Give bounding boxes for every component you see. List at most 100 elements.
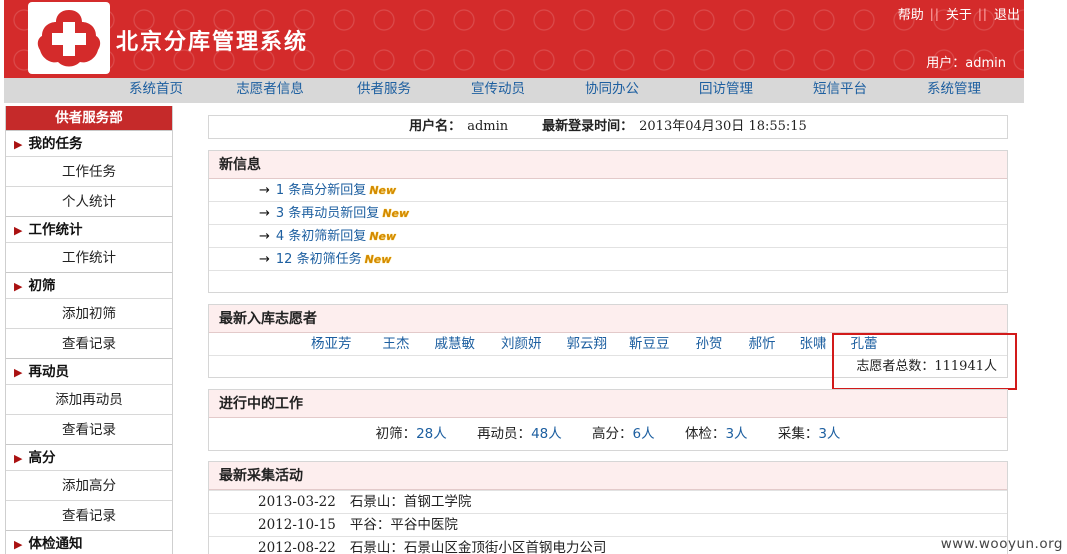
work-stat-label: 采集： — [777, 426, 819, 442]
sidebar-group-exam-notice[interactable]: ▶ 体检通知 — [6, 530, 172, 554]
current-user: 用户：admin — [926, 52, 1006, 71]
arrow-right-icon: → — [259, 206, 270, 221]
new-badge: New — [369, 184, 397, 197]
work-stat-value[interactable]: 48人 — [531, 426, 562, 442]
volunteer-link[interactable]: 郝忻 — [749, 333, 776, 355]
activity-date: 2012-08-22 — [258, 540, 336, 554]
volunteer-link[interactable]: 王杰 — [383, 333, 410, 355]
news-panel: 新信息 → 1 条高分新回复 New → 3 条再动员新回复 New → 4 条初筛新回复… — [208, 150, 1008, 293]
link-separator: || — [929, 6, 940, 21]
triangle-right-icon: ▶ — [14, 366, 23, 379]
watermark: www.wooyun.org — [940, 536, 1063, 552]
sidebar-item-view-screening[interactable]: 查看记录 — [6, 328, 172, 358]
new-volunteers-title: 最新入库志愿者 — [209, 305, 1007, 333]
sidebar-item-work-stats[interactable]: 工作统计 — [6, 242, 172, 272]
highlight-box — [832, 333, 1017, 390]
activity-text: 石景山：石景山区金顶街小区首钢电力公司 — [349, 540, 607, 554]
app-title: 北京分库管理系统 — [116, 29, 309, 55]
sidebar-item-view-high-score[interactable]: 查看记录 — [6, 500, 172, 530]
activity-row: 2012-08-22 石景山：石景山区金顶街小区首钢电力公司 — [209, 536, 1007, 554]
user-label: 用户： — [926, 56, 966, 71]
sidebar-group-label: 再动员 — [28, 364, 69, 380]
last-login-label: 最新登录时间： — [542, 119, 634, 134]
work-stat-label: 体检： — [684, 426, 726, 442]
activity-text: 平谷：平谷中医院 — [349, 517, 458, 533]
volunteer-link[interactable]: 孙贺 — [696, 333, 723, 355]
news-item: → 12 条初筛任务 New — [209, 248, 1007, 271]
latest-activities-panel: 最新采集活动 2013-03-22 石景山：首钢工学院 2012-10-15 平谷：… — [208, 461, 1008, 554]
red-cross-logo-icon — [37, 10, 101, 67]
top-links: 帮助 || 关于 || 退出 — [898, 4, 1020, 24]
sidebar: 供者服务部 ▶ 我的任务 工作任务 个人统计 ▶ 工作统计 工作统计 ▶ 初筛 添加初… — [5, 106, 173, 554]
news-link[interactable]: 3 条再动员新回复 — [276, 206, 379, 221]
username-label: 用户名： — [409, 119, 462, 134]
work-stat-value[interactable]: 6人 — [633, 426, 655, 442]
header-banner: 北京分库管理系统 帮助 || 关于 || 退出 用户：admin — [4, 0, 1024, 78]
logout-link[interactable]: 退出 — [994, 4, 1020, 23]
arrow-right-icon: → — [259, 183, 270, 198]
volunteer-link[interactable]: 戚慧敏 — [435, 333, 476, 355]
news-title: 新信息 — [209, 151, 1007, 179]
sidebar-group-work-stats[interactable]: ▶ 工作统计 — [6, 216, 172, 242]
news-link[interactable]: 4 条初筛新回复 — [276, 229, 366, 244]
sidebar-title: 供者服务部 — [6, 106, 172, 130]
sidebar-group-high-score[interactable]: ▶ 高分 — [6, 444, 172, 470]
sidebar-group-screening[interactable]: ▶ 初筛 — [6, 272, 172, 298]
sidebar-group-remobilize[interactable]: ▶ 再动员 — [6, 358, 172, 384]
sidebar-group-label: 高分 — [28, 450, 56, 466]
latest-activities-title: 最新采集活动 — [209, 462, 1007, 490]
nav-donor-service[interactable]: 供者服务 — [327, 78, 441, 103]
sidebar-group-label: 体检通知 — [28, 536, 83, 552]
sidebar-item-view-remobilize[interactable]: 查看记录 — [6, 414, 172, 444]
help-link[interactable]: 帮助 — [898, 4, 924, 23]
new-badge: New — [364, 253, 392, 266]
sidebar-item-add-screening[interactable]: 添加初筛 — [6, 298, 172, 328]
sidebar-group-label: 工作统计 — [28, 222, 83, 238]
work-stat-value[interactable]: 3人 — [725, 426, 747, 442]
volunteer-link[interactable]: 杨亚芳 — [311, 333, 352, 355]
news-empty-row — [209, 271, 1007, 294]
nav-system[interactable]: 系统管理 — [897, 78, 1011, 103]
last-login-value: 2013年04月30日 18:55:15 — [639, 119, 807, 134]
logo — [28, 2, 110, 74]
main-nav: 系统首页 志愿者信息 供者服务 宣传动员 协同办公 回访管理 短信平台 系统管理 — [4, 78, 1024, 103]
work-stat-label: 再动员： — [477, 426, 532, 442]
sidebar-item-work-tasks[interactable]: 工作任务 — [6, 156, 172, 186]
news-link[interactable]: 1 条高分新回复 — [276, 183, 366, 198]
work-stat-value[interactable]: 3人 — [818, 426, 840, 442]
sidebar-item-personal-stats[interactable]: 个人统计 — [6, 186, 172, 216]
work-stat-label: 初筛： — [375, 426, 417, 442]
sidebar-group-my-tasks[interactable]: ▶ 我的任务 — [6, 130, 172, 156]
nav-home[interactable]: 系统首页 — [99, 78, 213, 103]
arrow-right-icon: → — [259, 252, 270, 267]
volunteer-link[interactable]: 靳豆豆 — [629, 333, 670, 355]
volunteer-link[interactable]: 郭云翔 — [567, 333, 608, 355]
news-item: → 1 条高分新回复 New — [209, 179, 1007, 202]
sidebar-item-add-high-score[interactable]: 添加高分 — [6, 470, 172, 500]
nav-volunteer-info[interactable]: 志愿者信息 — [213, 78, 327, 103]
triangle-right-icon: ▶ — [14, 224, 23, 237]
nav-office[interactable]: 协同办公 — [555, 78, 669, 103]
activity-date: 2012-10-15 — [258, 517, 336, 533]
news-link[interactable]: 12 条初筛任务 — [276, 252, 362, 267]
activity-text: 石景山：首钢工学院 — [349, 494, 472, 510]
work-stat-value[interactable]: 28人 — [416, 426, 447, 442]
about-link[interactable]: 关于 — [946, 4, 972, 23]
nav-followup[interactable]: 回访管理 — [669, 78, 783, 103]
username-value: admin — [467, 119, 509, 134]
activity-date: 2013-03-22 — [258, 494, 336, 510]
activity-row: 2012-10-15 平谷：平谷中医院 — [209, 513, 1007, 536]
user-name: admin — [965, 56, 1006, 71]
nav-promotion[interactable]: 宣传动员 — [441, 78, 555, 103]
work-in-progress-title: 进行中的工作 — [209, 390, 1007, 418]
sidebar-group-label: 我的任务 — [28, 136, 83, 152]
volunteer-link[interactable]: 刘颜妍 — [501, 333, 542, 355]
nav-sms[interactable]: 短信平台 — [783, 78, 897, 103]
work-stats-row: 初筛：28人 再动员：48人 高分：6人 体检：3人 采集：3人 — [209, 418, 1007, 450]
volunteer-link[interactable]: 张啸 — [800, 333, 827, 355]
news-item: → 4 条初筛新回复 New — [209, 225, 1007, 248]
news-item: → 3 条再动员新回复 New — [209, 202, 1007, 225]
sidebar-item-add-remobilize[interactable]: 添加再动员 — [6, 384, 172, 414]
activity-row: 2013-03-22 石景山：首钢工学院 — [209, 490, 1007, 513]
